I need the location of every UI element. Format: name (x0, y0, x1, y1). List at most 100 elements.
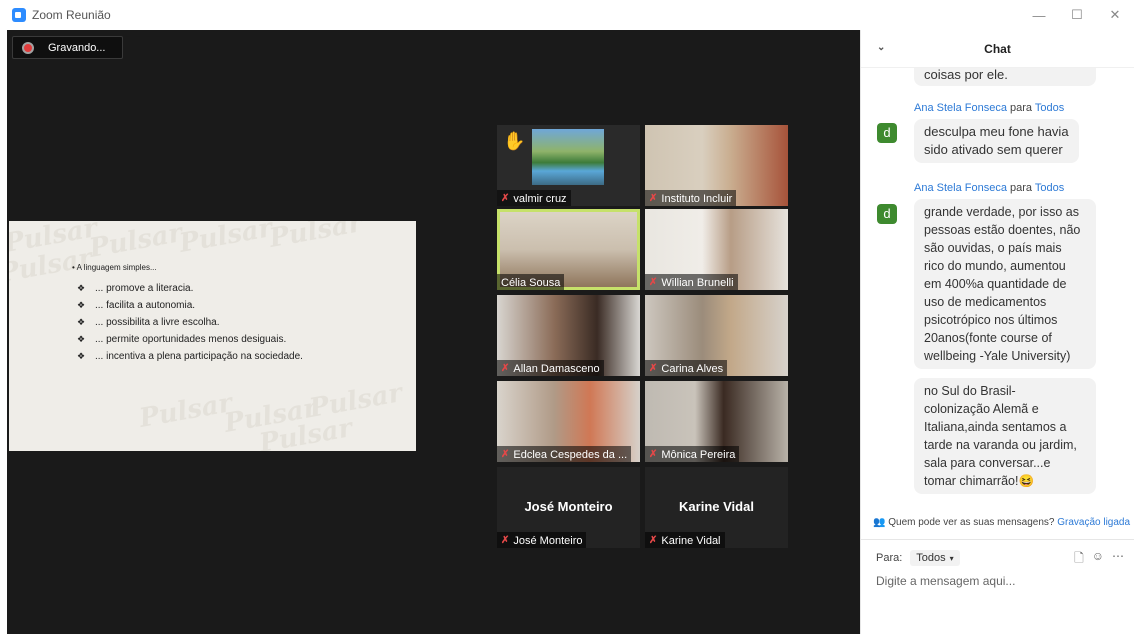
slide-item-text: ... permite oportunidades menos desiguai… (95, 334, 287, 345)
video-tile-willian[interactable]: ✗ Willian Brunelli (645, 209, 788, 290)
slide-list-item: ❖ ... incentiva a plena participação na s… (77, 351, 303, 368)
participant-name: Célia Sousa (497, 274, 565, 290)
recording-label: Gravando... (48, 41, 106, 54)
participant-name: ✗ Willian Brunelli (645, 274, 738, 290)
muted-mic-icon: ✗ (649, 449, 658, 460)
muted-mic-icon: ✗ (501, 449, 510, 460)
participant-name-label: Willian Brunelli (661, 276, 734, 289)
participant-name: ✗ Edclea Cespedes da ... (497, 446, 632, 462)
recipient-select[interactable]: Todos ▾ (910, 550, 960, 566)
slide-watermark: Pulsar (87, 221, 185, 264)
shared-slide: Pulsar Pulsar Pulsar Pulsar Pulsar Pulsa… (9, 221, 416, 451)
avatar: d (877, 123, 897, 143)
slide-item-text: ... promove a literacia. (95, 283, 194, 294)
participant-name: ✗ José Monteiro (497, 532, 587, 548)
video-tile-karine[interactable]: Karine Vidal ✗ Karine Vidal (645, 467, 788, 548)
slide-list-item: ❖ ... facilita a autonomia. (77, 300, 303, 317)
recipient-row: Para: Todos ▾ (876, 550, 960, 566)
window-title: Zoom Reunião (32, 8, 111, 22)
emoji-icon[interactable]: ☺ (1092, 549, 1104, 570)
recipient-value: Todos (916, 552, 946, 564)
file-icon[interactable]: 🗋 (1074, 549, 1084, 570)
video-tile-monica[interactable]: ✗ Mônica Pereira (645, 381, 788, 462)
video-tile-instituto[interactable]: ✗ Instituto Incluir (645, 125, 788, 206)
chat-recipient: Todos (1034, 102, 1065, 114)
participant-name-label: Instituto Incluir (661, 192, 733, 205)
chat-panel: ⌄ Chat coisas por ele. Ana Stela Fonseca… (860, 30, 1134, 634)
participant-name: ✗ valmir cruz (497, 190, 571, 206)
slide-list: ❖ ... promove a literacia. ❖ ... facilita … (77, 283, 303, 368)
bullet-icon: ❖ (77, 317, 86, 327)
slide-item-text: ... possibilita a livre escolha. (95, 317, 220, 328)
divider (861, 539, 1134, 540)
recording-indicator[interactable]: Gravando... (12, 36, 123, 59)
chat-sender-name[interactable]: Ana Stela Fonseca (914, 182, 1007, 194)
zoom-logo-icon (12, 8, 26, 22)
video-tile-jose[interactable]: José Monteiro ✗ José Monteiro (497, 467, 640, 548)
muted-mic-icon: ✗ (649, 535, 658, 546)
maximize-button[interactable]: ☐ (1058, 0, 1096, 30)
recording-on-link[interactable]: Gravação ligada (1057, 517, 1130, 528)
chat-message-bubble: coisas por ele. (914, 68, 1096, 86)
video-tile-valmir[interactable]: ✋ ✗ valmir cruz (497, 125, 640, 206)
chat-message-bubble: grande verdade, por isso as pessoas estã… (914, 199, 1096, 369)
chat-to-word: para (1010, 182, 1033, 194)
participant-name-label: Carina Alves (661, 362, 724, 375)
participant-name: ✗ Carina Alves (645, 360, 728, 376)
video-tile-celia[interactable]: Célia Sousa (497, 209, 640, 290)
bullet-icon: ❖ (77, 351, 86, 361)
to-label: Para: (876, 552, 903, 564)
participant-name-label: Karine Vidal (661, 534, 721, 547)
bullet-icon: ❖ (77, 334, 86, 344)
visibility-question: Quem pode ver as suas mensagens? (888, 517, 1055, 528)
video-tile-carina[interactable]: ✗ Carina Alves (645, 295, 788, 376)
participant-name: ✗ Instituto Incluir (645, 190, 737, 206)
participant-name-label: Célia Sousa (501, 276, 561, 289)
chat-message-bubble: desculpa meu fone havia sido ativado sem… (914, 119, 1079, 163)
chat-message-bubble: no Sul do Brasil- colonização Alemã e It… (914, 378, 1096, 494)
meeting-stage: Gravando... Pulsar Pulsar Pulsar Pulsar … (7, 30, 860, 634)
chat-to-word: para (1010, 102, 1033, 114)
chat-visibility-notice[interactable]: 👥 Quem pode ver as suas mensagens? Grava… (873, 517, 1130, 528)
participant-name-label: Allan Damasceno (513, 362, 600, 375)
avatar: d (877, 204, 897, 224)
video-feed (532, 129, 604, 185)
chat-input[interactable]: Digite a mensagem aqui... (876, 574, 1126, 588)
bullet-icon: ❖ (77, 300, 86, 310)
participant-name: ✗ Allan Damasceno (497, 360, 604, 376)
slide-list-item: ❖ ... permite oportunidades menos desigua… (77, 334, 303, 351)
muted-mic-icon: ✗ (649, 363, 658, 374)
slide-item-text: ... incentiva a plena participação na so… (95, 351, 303, 362)
chevron-down-icon[interactable]: ⌄ (877, 42, 885, 53)
chat-recipient: Todos (1034, 182, 1065, 194)
chevron-down-icon: ▾ (949, 553, 954, 563)
video-tile-edclea[interactable]: ✗ Edclea Cespedes da ... (497, 381, 640, 462)
chat-actions: 🗋 ☺ ⋯ (1074, 549, 1124, 570)
close-button[interactable]: ✕ (1096, 0, 1134, 30)
more-icon[interactable]: ⋯ (1112, 549, 1124, 570)
participant-display-name: José Monteiro (524, 499, 613, 514)
record-icon (22, 41, 34, 54)
participant-display-name: Karine Vidal (679, 499, 754, 514)
participant-name: ✗ Mônica Pereira (645, 446, 740, 462)
minimize-button[interactable]: — (1020, 0, 1058, 30)
chat-messages[interactable]: coisas por ele. Ana Stela Fonseca para T… (861, 68, 1134, 508)
bullet-icon: ❖ (77, 283, 86, 293)
muted-mic-icon: ✗ (649, 193, 658, 204)
muted-mic-icon: ✗ (501, 363, 510, 374)
slide-list-item: ❖ ... possibilita a livre escolha. (77, 317, 303, 334)
chat-title: Chat (984, 41, 1011, 56)
slide-item-text: ... facilita a autonomia. (95, 300, 196, 311)
participant-name: ✗ Karine Vidal (645, 532, 725, 548)
title-bar: Zoom Reunião — ☐ ✕ (0, 0, 1134, 30)
raised-hand-icon: ✋ (503, 131, 526, 151)
chat-sender-name[interactable]: Ana Stela Fonseca (914, 102, 1007, 114)
slide-list-item: ❖ ... promove a literacia. (77, 283, 303, 300)
participant-name-label: José Monteiro (513, 534, 583, 547)
muted-mic-icon: ✗ (501, 193, 510, 204)
people-icon: 👥 (873, 517, 886, 528)
participant-name-label: Edclea Cespedes da ... (513, 448, 628, 461)
chat-sender-line: Ana Stela Fonseca para Todos (914, 102, 1064, 114)
video-tile-allan[interactable]: ✗ Allan Damasceno (497, 295, 640, 376)
muted-mic-icon: ✗ (649, 277, 658, 288)
